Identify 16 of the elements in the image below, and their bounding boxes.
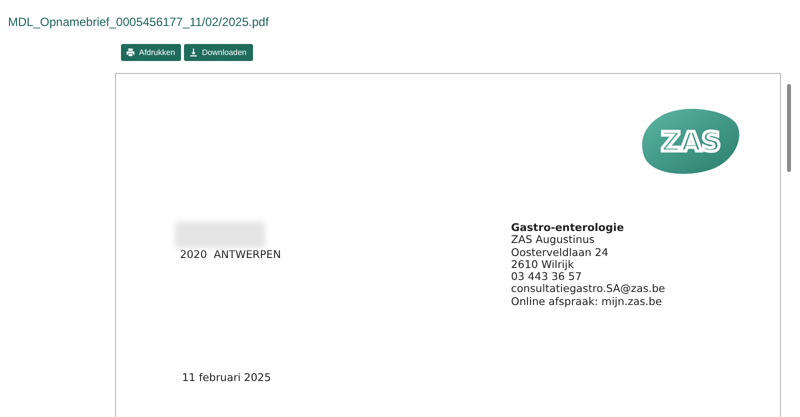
scrollbar-thumb[interactable] xyxy=(787,84,791,172)
download-icon xyxy=(189,48,198,57)
address-line: Oosterveldlaan 24 xyxy=(511,246,610,259)
printer-icon xyxy=(126,48,135,57)
print-button[interactable]: Afdrukken xyxy=(121,44,182,61)
address-line: 2020 ANTWERPEN xyxy=(179,249,282,262)
address-line: consultatiegastro.SA@zas.be xyxy=(511,283,666,296)
letter-date: 11 februari 2025 xyxy=(182,372,272,384)
file-title: MDL_Opnamebrief_0005456177_11/02/2025.pdf xyxy=(7,14,270,31)
download-button[interactable]: Downloaden xyxy=(184,44,253,61)
address-line: ZAS Augustinus xyxy=(511,234,596,247)
department-name: Gastro-enterologie xyxy=(511,222,625,234)
address-line: 03 443 36 57 xyxy=(511,271,583,284)
address-line: Online afspraak: mijn.zas.be xyxy=(511,296,663,308)
logo: ZAS xyxy=(641,108,741,175)
address-line: 2610 Wilrijk xyxy=(511,258,575,272)
